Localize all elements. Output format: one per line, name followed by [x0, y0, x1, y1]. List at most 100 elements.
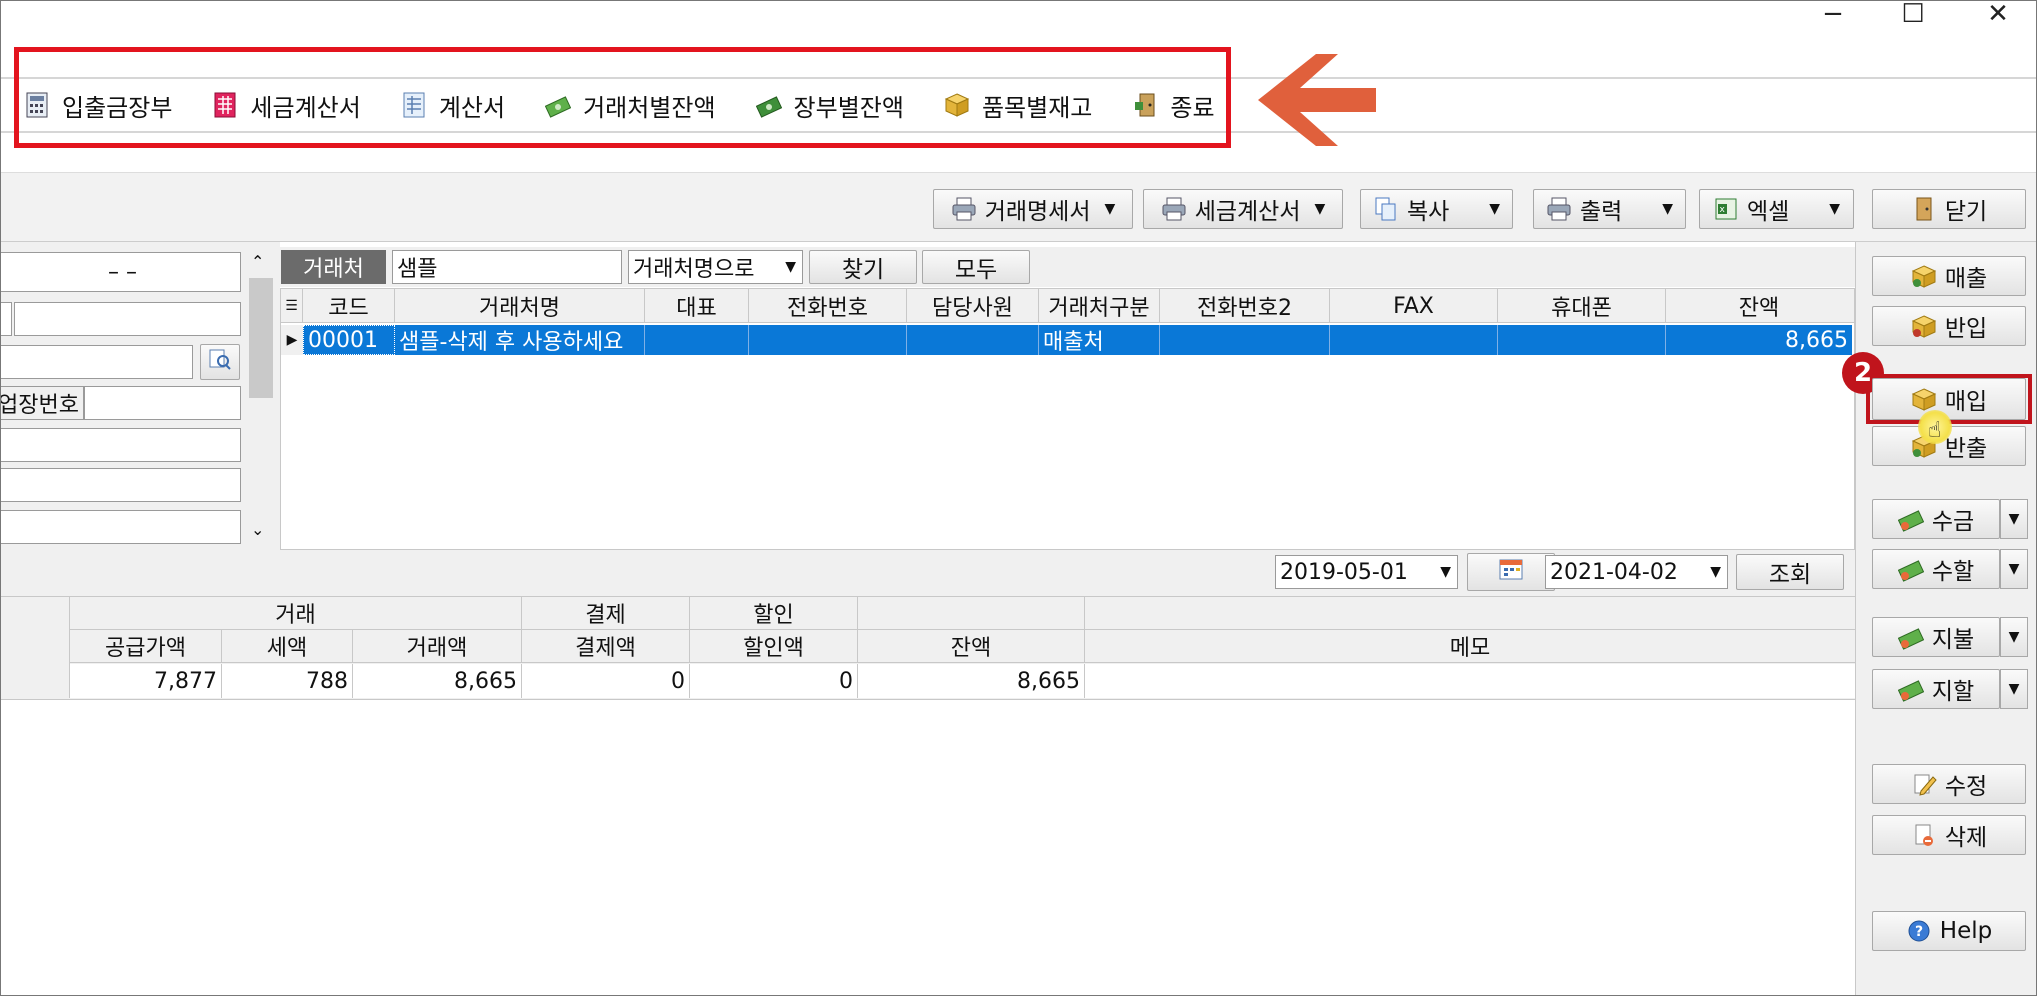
col-trade-amount: 거래액 — [353, 630, 522, 663]
search-mode-value: 거래처명으로 — [633, 257, 755, 282]
form-field[interactable] — [0, 468, 241, 502]
cell-ceo[interactable] — [645, 325, 749, 355]
phone-field[interactable]: – – — [0, 252, 241, 292]
col-balance[interactable]: 잔액 — [1666, 289, 1852, 323]
form-field[interactable] — [0, 345, 193, 379]
search-label: 거래처 — [281, 250, 386, 284]
query-button[interactable]: 조회 — [1736, 554, 1844, 590]
delete-button[interactable]: 삭제 — [1872, 815, 2026, 855]
cell-phone[interactable] — [749, 325, 907, 355]
scroll-up-icon[interactable]: ⌃ — [251, 252, 264, 271]
scrollbar-thumb[interactable] — [249, 278, 273, 398]
pencil-icon — [1911, 771, 1937, 797]
date-to-picker[interactable]: 2021-04-02 ▼ — [1545, 555, 1728, 589]
group-trade: 거래 — [70, 597, 522, 630]
collect-discount-dropdown[interactable]: ▼ — [2000, 549, 2028, 589]
cell-staff[interactable] — [907, 325, 1039, 355]
tax-invoice-print-button[interactable]: 세금계산서 ▼ — [1143, 189, 1343, 229]
cell-balance[interactable]: 8,665 — [1666, 325, 1852, 355]
col-phone2[interactable]: 전화번호2 — [1160, 289, 1330, 323]
return-in-button[interactable]: 반입 — [1872, 306, 2026, 346]
purchase-label: 매입 — [1944, 389, 1988, 415]
col-code[interactable]: 코드 — [303, 289, 395, 323]
form-field[interactable] — [14, 302, 241, 336]
calendar-button[interactable] — [1467, 553, 1555, 591]
sales-button[interactable]: 매출 — [1872, 256, 2026, 296]
cell-phone2[interactable] — [1160, 325, 1330, 355]
col-client-name[interactable]: 거래처명 — [395, 289, 645, 323]
close-window-button[interactable]: ✕ — [1955, 0, 2037, 29]
pay-dropdown[interactable]: ▼ — [2000, 617, 2028, 657]
chevron-down-icon: ▼ — [2008, 629, 2020, 645]
col-mobile[interactable]: 휴대폰 — [1498, 289, 1666, 323]
lookup-button[interactable] — [200, 344, 240, 380]
excel-button[interactable]: x 엑셀 ▼ — [1699, 189, 1854, 229]
collect-discount-label: 수할 — [1931, 559, 1975, 585]
workplace-number-field[interactable] — [84, 386, 241, 420]
find-button[interactable]: 찾기 — [809, 250, 917, 284]
date-from-picker[interactable]: 2019-05-01 ▼ — [1275, 555, 1458, 589]
chevron-down-icon: ▼ — [785, 259, 796, 275]
col-memo: 메모 — [1085, 630, 1855, 663]
printer-icon — [1546, 196, 1572, 222]
pay-discount-dropdown[interactable]: ▼ — [2000, 669, 2028, 709]
highlight-box — [14, 47, 1231, 148]
chevron-down-icon: ▼ — [2008, 681, 2020, 697]
form-scrollbar[interactable]: ⌃ ⌄ — [247, 248, 275, 548]
close-label: 닫기 — [1944, 199, 1988, 225]
minimize-button[interactable]: − — [1790, 0, 1876, 29]
box-icon — [1911, 313, 1937, 339]
cell-code[interactable]: 00001 — [303, 325, 395, 355]
cell-paid-amount: 0 — [522, 664, 690, 698]
return-out-label: 반출 — [1944, 436, 1988, 462]
collect-discount-button[interactable]: 수할 — [1872, 549, 2000, 589]
collect-button[interactable]: 수금 — [1872, 499, 2000, 539]
hand-cursor-icon: ☝ — [1928, 418, 1942, 443]
print-button[interactable]: 출력 ▼ — [1533, 189, 1686, 229]
copy-button[interactable]: 복사 ▼ — [1360, 189, 1513, 229]
help-button[interactable]: ? Help — [1872, 911, 2026, 951]
edit-label: 수정 — [1944, 774, 1988, 800]
cell-mobile[interactable] — [1498, 325, 1666, 355]
pay-button[interactable]: 지불 — [1872, 617, 2000, 657]
scroll-down-icon[interactable]: ⌄ — [251, 520, 264, 539]
collect-label: 수금 — [1931, 509, 1975, 535]
copy-label: 복사 — [1406, 199, 1450, 225]
maximize-button[interactable]: ☐ — [1870, 0, 1956, 29]
collect-dropdown[interactable]: ▼ — [2000, 499, 2028, 539]
close-button[interactable]: 닫기 — [1872, 189, 2026, 229]
col-phone[interactable]: 전화번호 — [749, 289, 907, 323]
excel-icon: x — [1713, 196, 1739, 222]
money-icon — [1897, 506, 1924, 532]
statement-button[interactable]: 거래명세서 ▼ — [933, 189, 1133, 229]
chevron-down-icon: ▼ — [1314, 201, 1326, 217]
form-field[interactable] — [0, 428, 241, 462]
cell-client-name[interactable]: 샘플-삭제 후 사용하세요 — [395, 325, 645, 355]
grid-menu-icon[interactable]: ☰ — [281, 289, 303, 323]
col-fax[interactable]: FAX — [1330, 289, 1498, 323]
search-input[interactable]: 샘플 — [392, 250, 622, 284]
col-ceo[interactable]: 대표 — [645, 289, 749, 323]
show-all-button[interactable]: 모두 — [922, 250, 1030, 284]
col-client-type[interactable]: 거래처구분 — [1039, 289, 1160, 323]
box-icon — [1911, 263, 1937, 289]
form-field[interactable] — [0, 510, 241, 544]
group-discount: 할인 — [690, 597, 858, 630]
pay-discount-button[interactable]: 지할 — [1872, 669, 2000, 709]
statement-label: 거래명세서 — [984, 199, 1091, 225]
group-blank — [1085, 597, 1855, 630]
purchase-button[interactable]: 매입 — [1872, 378, 2026, 420]
cell-client-type[interactable]: 매출처 — [1039, 325, 1160, 355]
edit-button[interactable]: 수정 — [1872, 764, 2026, 804]
chevron-down-icon: ▼ — [1104, 201, 1116, 217]
search-mode-select[interactable]: 거래처명으로 ▼ — [628, 250, 803, 284]
cell-fax[interactable] — [1330, 325, 1498, 355]
help-icon: ? — [1906, 918, 1932, 944]
col-staff[interactable]: 담당사원 — [907, 289, 1039, 323]
chevron-down-icon: ▼ — [1710, 564, 1721, 580]
group-blank — [858, 597, 1085, 630]
form-field[interactable] — [0, 302, 12, 336]
pay-label: 지불 — [1931, 627, 1975, 653]
chevron-down-icon: ▼ — [2008, 511, 2020, 527]
col-tax-amount: 세액 — [222, 630, 353, 663]
